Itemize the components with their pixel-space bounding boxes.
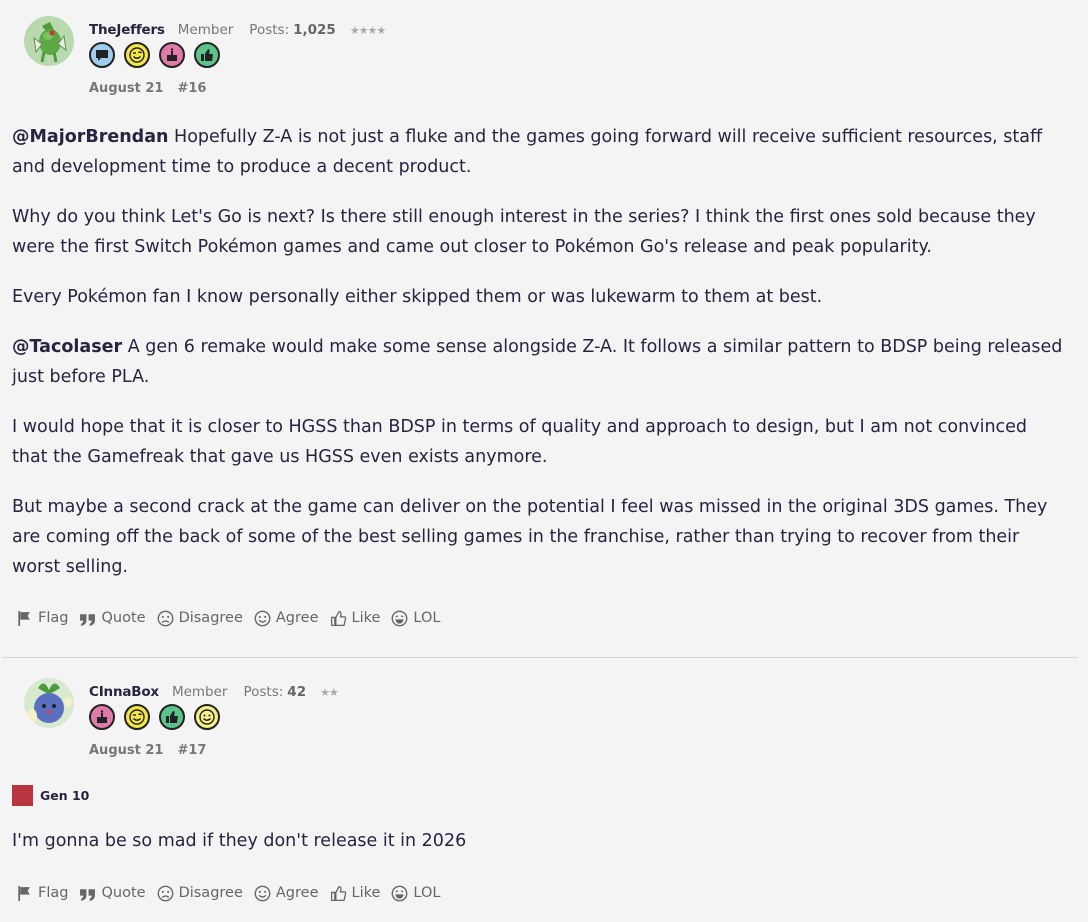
flag-icon — [18, 885, 30, 901]
post-header: CInnaBox Member Posts: 42 ★★ August 21 #1… — [12, 658, 1076, 768]
post-number[interactable]: #17 — [177, 743, 206, 758]
quote-button[interactable]: Quote — [79, 610, 146, 627]
flag-label: Flag — [38, 885, 69, 901]
post-17: CInnaBox Member Posts: 42 ★★ August 21 #1… — [0, 658, 1088, 908]
posts-count: 42 — [287, 684, 307, 700]
post-paragraph: I'm gonna be so mad if they don't releas… — [12, 831, 467, 851]
mention-link[interactable]: @Tacolaser — [12, 337, 122, 357]
like-button[interactable]: Like — [330, 885, 381, 902]
thumbs-up-icon — [330, 885, 346, 901]
post-actions: Flag Quote Disagree Agree Like LOL — [16, 878, 1076, 908]
post-paragraph: Why do you think Let's Go is next? Is th… — [12, 207, 1036, 257]
flair-swatch — [12, 785, 33, 806]
post-date[interactable]: August 21 — [89, 81, 163, 96]
thumbs-up-badge-icon[interactable] — [194, 42, 220, 68]
rank-stars: ★★ — [320, 686, 339, 699]
post-header: TheJeffers Member Posts: 1,025 ★★★★ Augu… — [12, 0, 1076, 110]
quote-label: Quote — [101, 885, 146, 901]
post-paragraph: @MajorBrendan Hopefully Z-A is not just … — [12, 122, 1068, 182]
scyther-avatar-icon — [24, 16, 74, 66]
rank-stars: ★★★★ — [349, 24, 386, 37]
smile-icon — [254, 610, 271, 626]
like-label: Like — [351, 885, 381, 901]
flag-icon — [18, 610, 30, 626]
quote-button[interactable]: Quote — [79, 885, 146, 902]
flag-label: Flag — [38, 610, 69, 626]
quote-icon — [80, 613, 96, 626]
post-body: @MajorBrendan Hopefully Z-A is not just … — [12, 122, 1076, 582]
post-16: TheJeffers Member Posts: 1,025 ★★★★ Augu… — [0, 0, 1088, 633]
lol-label: LOL — [413, 885, 441, 901]
badge-list — [89, 42, 220, 68]
disagree-label: Disagree — [178, 610, 243, 626]
agree-label: Agree — [275, 885, 319, 901]
disagree-button[interactable]: Disagree — [157, 610, 243, 627]
post-body: I'm gonna be so mad if they don't releas… — [12, 826, 1076, 856]
user-role: Member — [177, 22, 234, 38]
post-paragraph: But maybe a second crack at the game can… — [12, 497, 1048, 577]
cake-badge-icon[interactable] — [159, 42, 185, 68]
post-date-line: August 21 #17 — [89, 743, 206, 758]
paragraph-text: A gen 6 remake would make some sense alo… — [12, 337, 1063, 387]
avatar[interactable] — [24, 16, 74, 66]
post-paragraph: @Tacolaser A gen 6 remake would make som… — [12, 332, 1068, 392]
lol-label: LOL — [413, 610, 441, 626]
frown-icon — [157, 610, 173, 626]
frown-icon — [157, 885, 173, 901]
laugh-icon — [392, 610, 408, 626]
posts-count: 1,025 — [293, 22, 336, 38]
user-meta: TheJeffers Member Posts: 1,025 ★★★★ — [89, 22, 386, 38]
badge-list — [89, 704, 220, 730]
post-paragraph: I would hope that it is closer to HGSS t… — [12, 417, 1028, 467]
cake-badge-icon[interactable] — [89, 704, 115, 730]
flag-button[interactable]: Flag — [16, 885, 68, 902]
oddish-avatar-icon — [24, 678, 74, 728]
lol-button[interactable]: LOL — [391, 610, 440, 627]
user-flair: Gen 10 — [12, 785, 1076, 806]
quote-icon — [80, 888, 96, 901]
agree-button[interactable]: Agree — [254, 610, 319, 627]
flag-button[interactable]: Flag — [16, 610, 68, 627]
like-label: Like — [351, 610, 381, 626]
user-role: Member — [171, 684, 228, 700]
post-date[interactable]: August 21 — [89, 743, 163, 758]
post-number[interactable]: #16 — [177, 81, 206, 96]
lol-button[interactable]: LOL — [391, 885, 440, 902]
mention-link[interactable]: @MajorBrendan — [12, 127, 168, 147]
user-meta: CInnaBox Member Posts: 42 ★★ — [89, 684, 339, 700]
avatar[interactable] — [24, 678, 74, 728]
speech-bubble-badge-icon[interactable] — [89, 42, 115, 68]
agree-label: Agree — [275, 610, 319, 626]
laugh-icon — [392, 885, 408, 901]
thumbs-up-badge-icon[interactable] — [159, 704, 185, 730]
post-paragraph: Every Pokémon fan I know personally eith… — [12, 287, 823, 307]
flair-label: Gen 10 — [40, 788, 90, 803]
wink-badge-icon[interactable] — [124, 704, 150, 730]
posts-label: Posts: — [243, 684, 284, 700]
wink-badge-icon[interactable] — [124, 42, 150, 68]
post-actions: Flag Quote Disagree Agree Like LOL — [16, 603, 1076, 633]
username-link[interactable]: TheJeffers — [89, 22, 165, 38]
smile-icon — [254, 885, 271, 901]
posts-label: Posts: — [249, 22, 290, 38]
username-link[interactable]: CInnaBox — [89, 684, 159, 700]
thumbs-up-icon — [330, 610, 346, 626]
disagree-label: Disagree — [178, 885, 243, 901]
like-button[interactable]: Like — [330, 610, 381, 627]
disagree-button[interactable]: Disagree — [157, 885, 243, 902]
post-date-line: August 21 #16 — [89, 81, 206, 96]
smile-badge-icon[interactable] — [194, 704, 220, 730]
quote-label: Quote — [101, 610, 146, 626]
agree-button[interactable]: Agree — [254, 885, 319, 902]
